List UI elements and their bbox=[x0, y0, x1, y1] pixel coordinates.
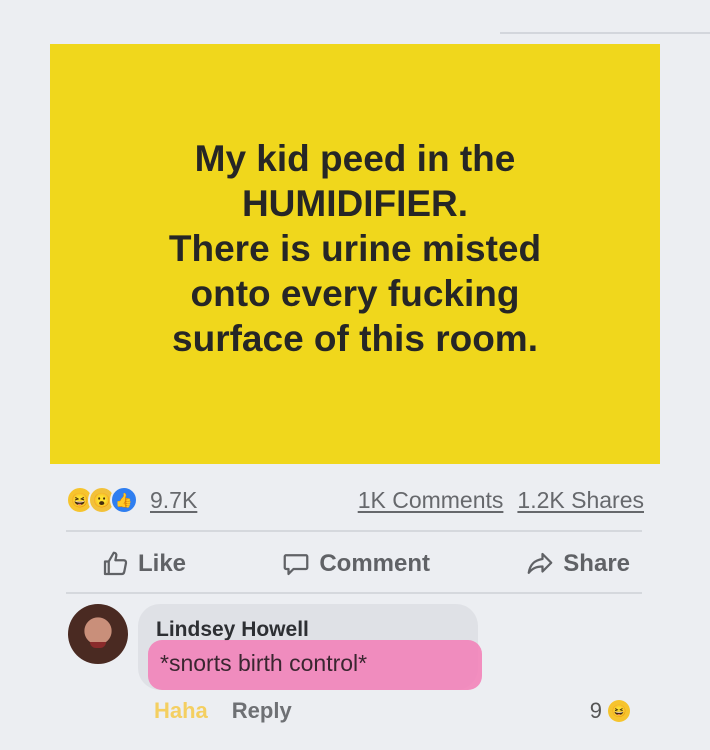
share-arrow-icon bbox=[527, 552, 553, 574]
comment-actions: Haha Reply bbox=[154, 698, 292, 724]
share-button[interactable]: Share bbox=[525, 549, 630, 579]
avatar[interactable] bbox=[68, 604, 128, 664]
stats-divider bbox=[66, 530, 642, 532]
like-label: Like bbox=[138, 550, 187, 577]
haha-icon: 😆 bbox=[608, 700, 630, 722]
post-text: My kid peed in the HUMIDIFIER. There is … bbox=[169, 136, 541, 361]
like-button[interactable]: Like bbox=[100, 549, 186, 579]
actions-divider bbox=[66, 592, 642, 594]
thumbs-up-icon bbox=[103, 551, 128, 576]
reactions-count[interactable]: 9.7K bbox=[150, 487, 197, 514]
reaction-icons[interactable]: 😆 😮 👍 bbox=[66, 486, 138, 514]
post-line: onto every fucking bbox=[190, 272, 520, 314]
comment-reactions[interactable]: 9 😆 bbox=[590, 698, 630, 724]
post-line: HUMIDIFIER. bbox=[241, 182, 469, 224]
like-icon: 👍 bbox=[110, 486, 138, 514]
reply-button[interactable]: Reply bbox=[232, 698, 292, 724]
comments-count[interactable]: 1K Comments bbox=[358, 487, 504, 514]
comment-author[interactable]: Lindsey Howell bbox=[156, 618, 309, 642]
comment-text: *snorts birth control* bbox=[160, 650, 368, 676]
comment-reaction-count: 9 bbox=[589, 698, 602, 723]
share-label: Share bbox=[563, 550, 630, 577]
post-line: My kid peed in the bbox=[194, 137, 516, 179]
post-line: There is urine misted bbox=[168, 227, 542, 269]
haha-reaction-button[interactable]: Haha bbox=[154, 698, 208, 724]
post-line: surface of this room. bbox=[172, 317, 538, 359]
post-actions-row: Like Comment Share bbox=[100, 544, 630, 584]
shares-count[interactable]: 1.2K Shares bbox=[517, 487, 644, 514]
post-image-card[interactable]: My kid peed in the HUMIDIFIER. There is … bbox=[50, 44, 660, 464]
comment-button[interactable]: Comment bbox=[281, 549, 430, 579]
post-stats-row: 😆 😮 👍 9.7K 1K Comments 1.2K Shares bbox=[66, 482, 644, 518]
top-divider bbox=[500, 32, 710, 34]
comment-icon bbox=[283, 554, 309, 576]
comment-label: Comment bbox=[319, 550, 430, 577]
